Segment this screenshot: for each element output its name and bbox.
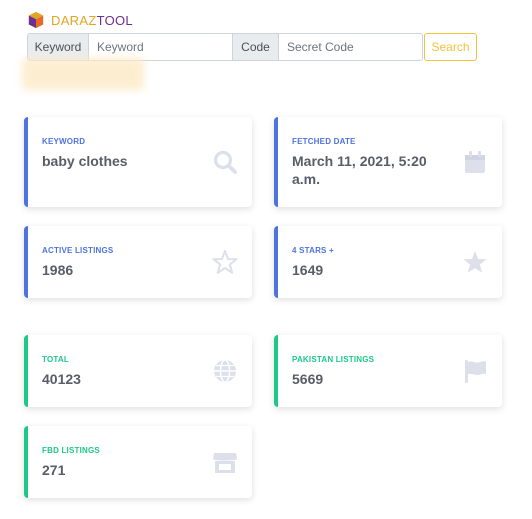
keyword-card-label: KEYWORD — [42, 137, 86, 146]
star-icon — [462, 249, 488, 275]
search-form: Keyword Code Search — [27, 33, 477, 61]
fbd-listings-card-label: FBD LISTINGS — [42, 446, 100, 455]
fetched-date-card: FETCHED DATE March 11, 2021, 5:20 a.m. — [274, 117, 502, 207]
brand-logo-icon — [28, 11, 44, 29]
brand-name-part1: DARAZ — [51, 12, 97, 28]
blurred-button — [22, 58, 144, 90]
keyword-card: KEYWORD baby clothes — [24, 117, 252, 207]
globe-icon — [212, 358, 238, 384]
four-stars-card: 4 STARS + 1649 — [274, 226, 502, 298]
pakistan-listings-card-value: 5669 — [292, 371, 324, 387]
brand[interactable]: DARAZTOOL — [27, 10, 133, 30]
star-outline-icon — [212, 249, 238, 275]
fetched-date-card-label: FETCHED DATE — [292, 137, 356, 146]
pakistan-listings-card-label: PAKISTAN LISTINGS — [292, 355, 375, 364]
code-addon: Code — [233, 33, 279, 61]
total-card: TOTAL 40123 — [24, 335, 252, 407]
brand-name: DARAZTOOL — [51, 13, 133, 28]
brand-name-part2: TOOL — [96, 12, 133, 28]
keyword-addon: Keyword — [27, 33, 89, 61]
search-icon — [212, 149, 238, 175]
search-button[interactable]: Search — [424, 33, 477, 61]
total-card-label: TOTAL — [42, 355, 69, 364]
calendar-icon — [462, 149, 488, 175]
store-icon — [212, 449, 238, 475]
fbd-listings-card-value: 271 — [42, 462, 66, 478]
four-stars-card-label: 4 STARS + — [292, 246, 334, 255]
pakistan-listings-card: PAKISTAN LISTINGS 5669 — [274, 335, 502, 407]
fetched-date-card-value: March 11, 2021, 5:20 a.m. — [292, 153, 427, 188]
active-listings-card: ACTIVE LISTINGS 1986 — [24, 226, 252, 298]
active-listings-card-value: 1986 — [42, 262, 74, 278]
secret-code-input[interactable] — [279, 33, 423, 61]
keyword-input[interactable] — [89, 33, 233, 61]
four-stars-card-value: 1649 — [292, 262, 324, 278]
flag-icon — [462, 358, 488, 384]
fbd-listings-card: FBD LISTINGS 271 — [24, 426, 252, 498]
active-listings-card-label: ACTIVE LISTINGS — [42, 246, 114, 255]
keyword-card-value: baby clothes — [42, 153, 128, 169]
total-card-value: 40123 — [42, 371, 81, 387]
